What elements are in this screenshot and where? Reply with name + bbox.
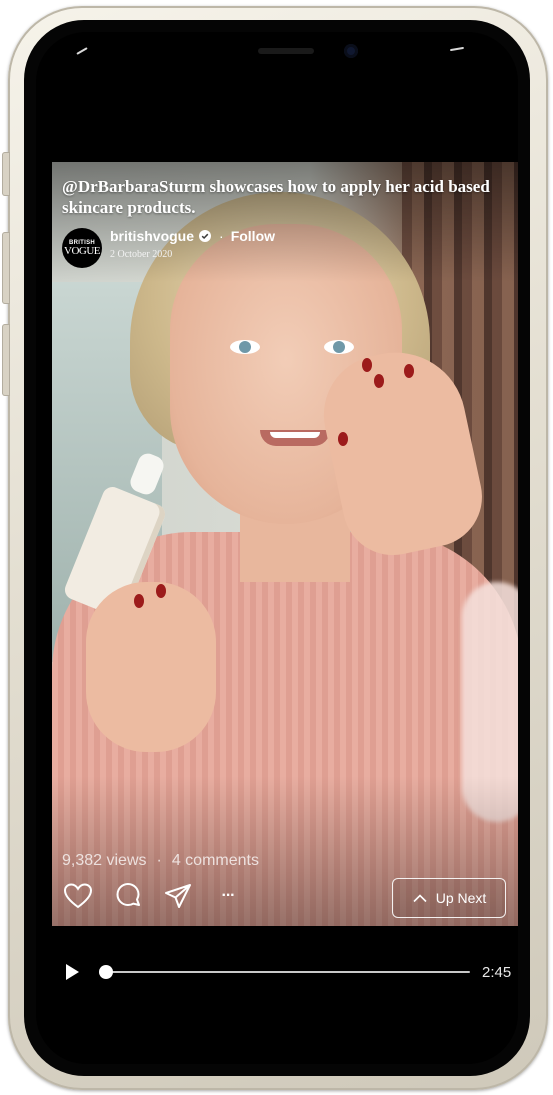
volume-down-button — [2, 324, 10, 396]
verified-badge-icon — [199, 230, 212, 242]
stats-separator: · — [156, 852, 162, 869]
share-button[interactable] — [162, 880, 194, 912]
more-button[interactable]: ··· — [212, 880, 244, 912]
nail — [156, 584, 166, 598]
like-button[interactable] — [62, 880, 94, 912]
progress-knob[interactable] — [99, 965, 113, 979]
notch — [146, 32, 408, 74]
play-icon[interactable] — [62, 962, 82, 982]
comments-link[interactable]: 4 comments — [172, 852, 259, 870]
speaker-grille — [258, 48, 314, 54]
left-eye — [230, 340, 260, 354]
nail — [362, 358, 372, 372]
share-icon — [165, 884, 191, 908]
nail — [374, 374, 384, 388]
post-caption: @DrBarbaraSturm showcases how to apply h… — [62, 177, 490, 217]
avatar[interactable]: BRITISH VOGUE — [62, 228, 102, 268]
progress-track[interactable] — [106, 971, 470, 973]
left-hand — [86, 582, 216, 752]
nail — [338, 432, 348, 446]
heart-icon — [63, 883, 93, 909]
account-line: britishvogue · Follow — [110, 228, 275, 244]
avatar-brand-bottom: VOGUE — [64, 244, 101, 257]
views-count: 9,382 views — [62, 852, 147, 869]
nail — [404, 364, 414, 378]
account-row: BRITISH VOGUE britishvogue · Follow 2 Oc… — [62, 228, 275, 268]
more-icon: ··· — [221, 887, 236, 904]
stats-row: 9,382 views · 4 comments — [62, 852, 259, 870]
dot-separator: · — [219, 228, 224, 244]
up-next-label: Up Next — [435, 890, 487, 906]
video-duration: 2:45 — [482, 964, 512, 981]
action-row: ··· — [62, 880, 262, 912]
comment-button[interactable] — [112, 880, 144, 912]
comment-icon — [116, 883, 140, 906]
nail — [134, 594, 144, 608]
video-player[interactable]: @DrBarbaraSturm showcases how to apply h… — [52, 162, 518, 926]
volume-up-button — [2, 232, 10, 304]
silent-switch — [2, 152, 10, 196]
mouth — [260, 430, 330, 446]
username-link[interactable]: britishvogue — [110, 228, 194, 244]
glare-right — [449, 46, 465, 52]
chevron-up-icon — [413, 894, 427, 903]
up-next-button[interactable]: Up Next — [392, 878, 506, 918]
post-date: 2 October 2020 — [110, 249, 173, 260]
follow-button[interactable]: Follow — [231, 228, 275, 244]
playback-controls: 2:45 — [52, 957, 518, 987]
glare-left — [76, 47, 88, 55]
account-meta: britishvogue · Follow 2 October 2020 — [110, 228, 275, 260]
right-eye — [324, 340, 354, 354]
front-camera — [344, 44, 358, 58]
phone-screen: @DrBarbaraSturm showcases how to apply h… — [36, 32, 518, 1064]
